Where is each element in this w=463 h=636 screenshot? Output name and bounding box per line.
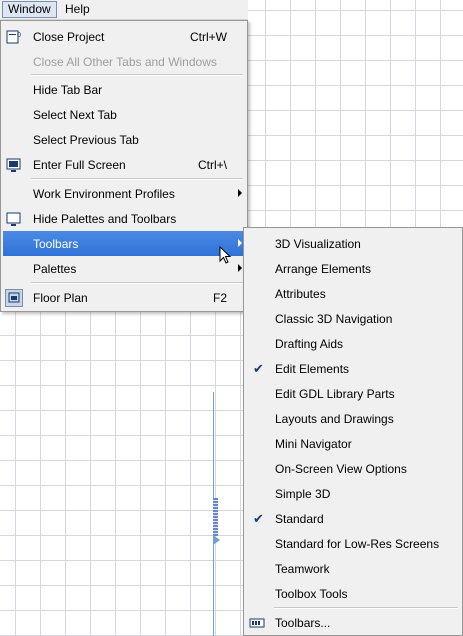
- menu-item-label: Arrange Elements: [275, 262, 372, 276]
- menu-item-label: 3D Visualization: [275, 237, 361, 251]
- menu-item-label: Teamwork: [275, 562, 330, 576]
- toolbar-item-attributes[interactable]: Attributes: [246, 281, 460, 306]
- menu-item-label: Enter Full Screen: [33, 158, 126, 172]
- menu-item-label: Standard: [275, 512, 324, 526]
- toolbars-dialog-icon: [248, 614, 266, 632]
- canvas-marker: [213, 498, 218, 536]
- menu-item-label: Hide Tab Bar: [33, 83, 103, 97]
- toolbar-item-arrange-elements[interactable]: Arrange Elements: [246, 256, 460, 281]
- menu-item-label: Mini Navigator: [275, 437, 352, 451]
- menu-item-shortcut: Ctrl+W: [190, 30, 227, 44]
- checkmark-icon: ✔: [253, 361, 264, 376]
- toolbar-item-edit-gdl-library-parts[interactable]: Edit GDL Library Parts: [246, 381, 460, 406]
- menu-window[interactable]: Window: [2, 1, 57, 18]
- submenu-arrow-icon: [238, 239, 242, 247]
- menu-item-close-project[interactable]: 0 Close Project Ctrl+W: [3, 24, 245, 49]
- menu-item-label: Select Previous Tab: [33, 133, 139, 147]
- menu-item-label: On-Screen View Options: [275, 462, 407, 476]
- menu-item-label: Select Next Tab: [33, 108, 117, 122]
- toolbar-item-on-screen-view-options[interactable]: On-Screen View Options: [246, 456, 460, 481]
- menu-item-label: Toolbox Tools: [275, 587, 348, 601]
- menu-item-label: Simple 3D: [275, 487, 331, 501]
- submenu-arrow-icon: [238, 189, 242, 197]
- menu-item-label: Standard for Low-Res Screens: [275, 537, 440, 551]
- menu-item-shortcut: F2: [212, 291, 227, 305]
- toolbar-item-mini-navigator[interactable]: Mini Navigator: [246, 431, 460, 456]
- svg-text:0: 0: [17, 32, 21, 39]
- menu-item-label: Work Environment Profiles: [33, 187, 175, 201]
- menu-item-enter-full-screen[interactable]: Enter Full Screen Ctrl+\: [3, 152, 245, 177]
- floor-plan-icon: [5, 289, 23, 307]
- window-menu-dropdown: 0 Close Project Ctrl+W Close All Other T…: [0, 20, 248, 312]
- close-project-icon: 0: [5, 28, 23, 46]
- menu-item-hide-palettes-toolbars[interactable]: Hide Palettes and Toolbars: [3, 206, 245, 231]
- toolbar-item-classic-3d-navigation[interactable]: Classic 3D Navigation: [246, 306, 460, 331]
- menu-item-label: Palettes: [33, 262, 77, 276]
- toolbar-item-edit-elements[interactable]: ✔ Edit Elements: [246, 356, 460, 381]
- menu-help[interactable]: Help: [60, 1, 95, 18]
- toolbar-item-toolbox-tools[interactable]: Toolbox Tools: [246, 581, 460, 606]
- menu-item-select-next-tab[interactable]: Select Next Tab: [3, 102, 245, 127]
- menu-item-work-environment-profiles[interactable]: Work Environment Profiles: [3, 181, 245, 206]
- menu-separator: [274, 607, 458, 609]
- menu-item-label: Floor Plan: [33, 291, 88, 305]
- menu-bar: Window Help: [0, 0, 248, 20]
- menu-item-toolbars[interactable]: Toolbars: [3, 231, 245, 256]
- toolbar-item-teamwork[interactable]: Teamwork: [246, 556, 460, 581]
- menu-item-hide-tab-bar[interactable]: Hide Tab Bar: [3, 77, 245, 102]
- menu-item-floor-plan[interactable]: Floor Plan F2: [3, 285, 245, 310]
- menu-item-label: Close Project: [33, 30, 105, 44]
- mouse-cursor-icon: [219, 245, 233, 269]
- menu-item-palettes[interactable]: Palettes: [3, 256, 245, 281]
- full-screen-icon: [5, 156, 23, 174]
- menu-separator: [31, 282, 243, 284]
- menu-separator: [31, 178, 243, 180]
- menu-item-label: Drafting Aids: [275, 337, 344, 351]
- menu-item-label: Toolbars...: [275, 616, 331, 630]
- hide-palettes-icon: [5, 210, 23, 228]
- menu-separator: [31, 74, 243, 76]
- menu-item-label: Attributes: [275, 287, 326, 301]
- toolbar-item-drafting-aids[interactable]: Drafting Aids: [246, 331, 460, 356]
- toolbar-item-simple-3d[interactable]: Simple 3D: [246, 481, 460, 506]
- toolbar-item-standard-low-res[interactable]: Standard for Low-Res Screens: [246, 531, 460, 556]
- toolbars-submenu: 3D Visualization Arrange Elements Attrib…: [243, 227, 463, 636]
- marker-triangle-icon: [213, 535, 220, 545]
- menu-item-label: Edit Elements: [275, 362, 350, 376]
- toolbar-item-layouts-and-drawings[interactable]: Layouts and Drawings: [246, 406, 460, 431]
- menu-item-label: Classic 3D Navigation: [275, 312, 393, 326]
- menu-item-label: Close All Other Tabs and Windows: [33, 55, 217, 69]
- checkmark-icon: ✔: [253, 511, 264, 526]
- toolbar-item-standard[interactable]: ✔ Standard: [246, 506, 460, 531]
- menu-item-label: Hide Palettes and Toolbars: [33, 212, 177, 226]
- menu-item-close-all-other: Close All Other Tabs and Windows: [3, 49, 245, 74]
- menu-item-label: Toolbars: [33, 237, 79, 251]
- menu-item-shortcut: Ctrl+\: [197, 158, 227, 172]
- toolbar-item-toolbars-dialog[interactable]: Toolbars...: [246, 610, 460, 635]
- menu-item-label: Layouts and Drawings: [275, 412, 394, 426]
- menu-item-select-previous-tab[interactable]: Select Previous Tab: [3, 127, 245, 152]
- submenu-arrow-icon: [238, 264, 242, 272]
- menu-item-label: Edit GDL Library Parts: [275, 387, 395, 401]
- toolbar-item-3d-visualization[interactable]: 3D Visualization: [246, 231, 460, 256]
